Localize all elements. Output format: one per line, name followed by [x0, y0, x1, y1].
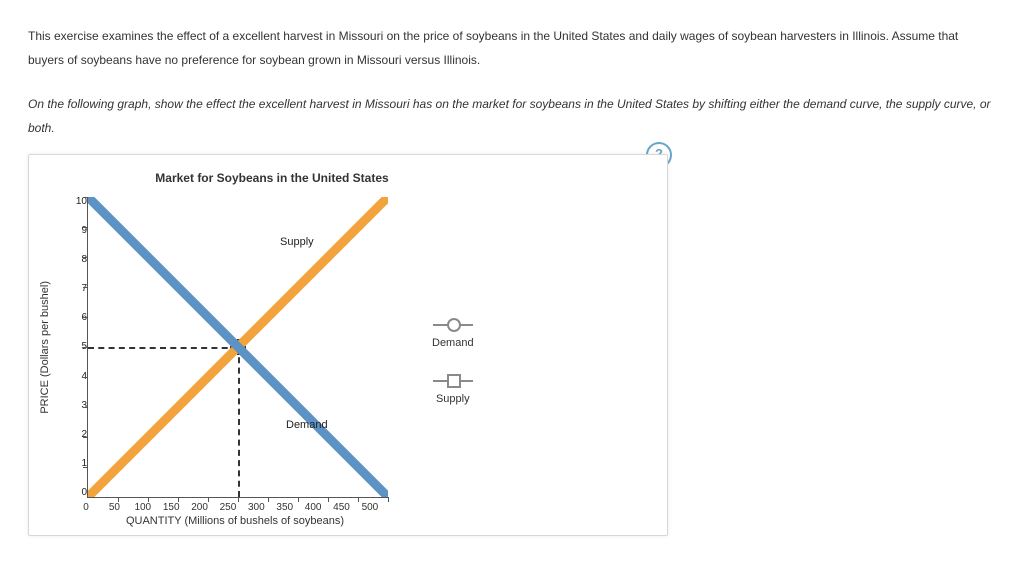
legend-label: Demand	[432, 335, 474, 349]
y-axis-label: PRICE (Dollars per bushel)	[37, 281, 59, 414]
legend-label: Supply	[436, 391, 470, 405]
demand-label: Demand	[286, 419, 328, 431]
equilibrium-price-line	[88, 347, 238, 349]
equilibrium-quantity-line	[238, 347, 240, 497]
chart-panel: Market for Soybeans in the United States…	[28, 154, 668, 536]
demand-shifter[interactable]: Demand	[432, 319, 474, 349]
supply-label: Supply	[280, 236, 314, 248]
equilibrium-point[interactable]	[230, 339, 246, 355]
plot-area[interactable]: Supply Demand	[87, 197, 388, 498]
square-handle-icon	[433, 375, 473, 387]
x-axis-ticks: 0 50 100 150 200 250 300 350 400 450 500	[83, 502, 385, 513]
chart-title: Market for Soybeans in the United States	[107, 163, 437, 197]
intro-text: This exercise examines the effect of a e…	[28, 24, 996, 72]
supply-shifter[interactable]: Supply	[432, 375, 474, 405]
instruction-text: On the following graph, show the effect …	[28, 92, 996, 140]
x-axis-label: QUANTITY (Millions of bushels of soybean…	[85, 515, 385, 527]
legend: Demand Supply	[432, 291, 474, 405]
circle-handle-icon	[433, 319, 473, 331]
